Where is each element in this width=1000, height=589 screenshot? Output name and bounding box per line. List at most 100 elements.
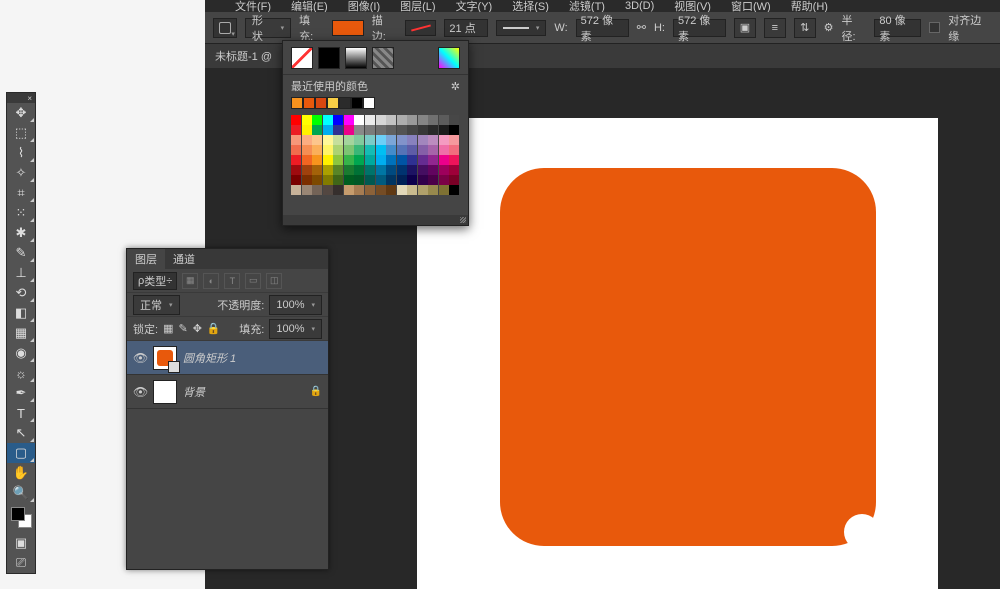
color-swatch[interactable] [418, 135, 428, 145]
lock-trans-icon[interactable]: ▦ [163, 322, 173, 335]
color-swatch[interactable] [449, 125, 459, 135]
color-swatch[interactable] [344, 115, 354, 125]
color-fg-bg[interactable] [7, 503, 35, 533]
opacity-field[interactable]: 100% [269, 295, 322, 315]
color-swatch[interactable] [386, 135, 396, 145]
color-swatch[interactable] [344, 135, 354, 145]
color-swatch[interactable] [449, 185, 459, 195]
color-swatch[interactable] [376, 165, 386, 175]
menu-help[interactable]: 帮助(H) [791, 0, 828, 12]
color-swatch[interactable] [291, 125, 301, 135]
color-swatch[interactable] [376, 185, 386, 195]
menu-3d[interactable]: 3D(D) [625, 0, 654, 12]
picker-menu-icon[interactable]: ✲ [451, 80, 460, 93]
color-swatch[interactable] [312, 115, 322, 125]
color-swatch[interactable] [397, 155, 407, 165]
visibility-icon[interactable]: 👁 [133, 351, 147, 365]
color-swatch[interactable] [439, 185, 449, 195]
link-wh-icon[interactable]: ⚯ [637, 21, 646, 34]
color-swatch[interactable] [407, 165, 417, 175]
color-swatch[interactable] [312, 135, 322, 145]
recent-swatch[interactable] [339, 97, 351, 109]
filter-shape-icon[interactable]: ▭ [245, 273, 261, 289]
color-swatch[interactable] [354, 115, 364, 125]
color-swatch[interactable] [302, 185, 312, 195]
color-swatch[interactable] [354, 125, 364, 135]
color-swatch[interactable] [312, 125, 322, 135]
color-swatch[interactable] [354, 155, 364, 165]
color-swatch[interactable] [302, 125, 312, 135]
color-swatch[interactable] [386, 145, 396, 155]
filter-pixel-icon[interactable]: ▦ [182, 273, 198, 289]
color-swatch[interactable] [449, 175, 459, 185]
active-tool-preset[interactable] [213, 18, 237, 38]
color-swatch[interactable] [354, 165, 364, 175]
color-swatch[interactable] [439, 155, 449, 165]
color-swatch[interactable] [302, 145, 312, 155]
fill-colorpicker-button[interactable] [438, 47, 460, 69]
color-swatch[interactable] [407, 135, 417, 145]
color-swatch[interactable] [312, 155, 322, 165]
dodge-tool[interactable]: ☼ [7, 363, 35, 383]
layer-thumbnail[interactable] [153, 346, 177, 370]
color-swatch[interactable] [428, 125, 438, 135]
healing-tool[interactable]: ✱ [7, 223, 35, 243]
color-swatch[interactable] [323, 175, 333, 185]
color-swatch[interactable] [449, 115, 459, 125]
color-swatch[interactable] [386, 115, 396, 125]
menu-filter[interactable]: 滤镜(T) [569, 0, 605, 12]
color-swatch[interactable] [323, 125, 333, 135]
color-swatch[interactable] [407, 125, 417, 135]
shape-mode-dropdown[interactable]: 形状 [245, 18, 291, 38]
color-swatch[interactable] [365, 175, 375, 185]
filter-adjust-icon[interactable]: ◐ [203, 273, 219, 289]
color-swatch[interactable] [386, 125, 396, 135]
color-swatch[interactable] [428, 185, 438, 195]
hand-tool[interactable]: ✋ [7, 463, 35, 483]
zoom-tool[interactable]: 🔍 [7, 483, 35, 503]
color-swatch[interactable] [397, 115, 407, 125]
color-swatch[interactable] [323, 185, 333, 195]
color-swatch[interactable] [323, 165, 333, 175]
color-swatch[interactable] [439, 165, 449, 175]
fill-swatch[interactable] [332, 20, 364, 36]
color-swatch[interactable] [439, 125, 449, 135]
fill-gradient-button[interactable] [345, 47, 367, 69]
color-swatch[interactable] [291, 155, 301, 165]
quickmask-toggle[interactable]: ▣ [7, 533, 35, 553]
color-swatch[interactable] [418, 175, 428, 185]
stroke-style-dropdown[interactable] [496, 20, 546, 36]
color-swatch[interactable] [397, 125, 407, 135]
recent-swatch[interactable] [291, 97, 303, 109]
brush-tool[interactable]: ✎ [7, 243, 35, 263]
color-swatch[interactable] [365, 145, 375, 155]
color-swatch[interactable] [354, 135, 364, 145]
color-swatch[interactable] [312, 165, 322, 175]
lock-paint-icon[interactable]: ✎ [178, 322, 187, 335]
color-swatch[interactable] [333, 155, 343, 165]
color-swatch[interactable] [376, 145, 386, 155]
color-swatch[interactable] [449, 135, 459, 145]
pen-tool[interactable]: ✒ [7, 383, 35, 403]
tab-channels[interactable]: 通道 [165, 249, 203, 269]
color-swatch[interactable] [376, 135, 386, 145]
color-swatch[interactable] [428, 115, 438, 125]
lock-pos-icon[interactable]: ✥ [193, 322, 202, 335]
fill-none-button[interactable] [291, 47, 313, 69]
color-swatch[interactable] [354, 145, 364, 155]
color-swatch[interactable] [397, 165, 407, 175]
color-swatch[interactable] [333, 175, 343, 185]
color-swatch[interactable] [365, 135, 375, 145]
filter-type-icon[interactable]: T [224, 273, 240, 289]
color-swatch[interactable] [333, 185, 343, 195]
color-swatch[interactable] [376, 115, 386, 125]
color-swatch[interactable] [428, 135, 438, 145]
color-swatch[interactable] [407, 185, 417, 195]
color-swatch[interactable] [386, 155, 396, 165]
layer-row-background[interactable]: 👁 背景 🔒 [127, 375, 328, 409]
blend-mode-dropdown[interactable]: 正常 [133, 295, 180, 315]
eraser-tool[interactable]: ◧ [7, 303, 35, 323]
menu-file[interactable]: 文件(F) [235, 0, 271, 12]
color-swatch[interactable] [344, 145, 354, 155]
color-swatch[interactable] [291, 185, 301, 195]
